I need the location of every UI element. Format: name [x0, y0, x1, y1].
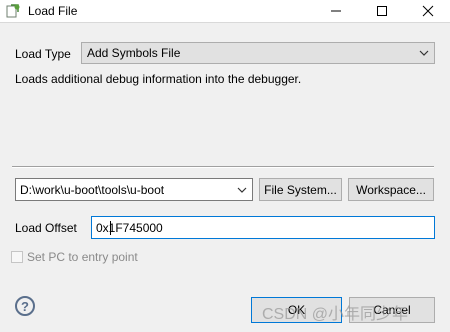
load-offset-label: Load Offset	[15, 221, 77, 235]
maximize-button[interactable]	[362, 0, 402, 22]
close-button[interactable]	[408, 0, 448, 22]
close-icon	[422, 5, 434, 17]
load-type-label: Load Type	[15, 47, 71, 61]
separator	[12, 166, 434, 168]
maximize-icon	[377, 6, 387, 16]
set-pc-checkbox[interactable]	[11, 251, 23, 263]
file-path-combo[interactable]: D:\work\u-boot\tools\u-boot	[15, 178, 253, 201]
load-offset-input[interactable]: 0x1F745000	[91, 216, 435, 239]
watermark: CSDN @小年同少年	[262, 306, 409, 323]
chevron-down-icon	[237, 187, 247, 193]
title-bar: Load File	[0, 0, 450, 23]
window-title: Load File	[28, 4, 78, 18]
load-type-dropdown[interactable]: Add Symbols File	[81, 42, 435, 64]
chevron-down-icon	[419, 50, 429, 56]
minimize-icon	[331, 10, 341, 12]
file-path-value: D:\work\u-boot\tools\u-boot	[20, 183, 165, 197]
file-system-button[interactable]: File System...	[259, 178, 342, 201]
load-offset-value: 0x1F745000	[96, 221, 163, 235]
help-icon: ?	[21, 298, 29, 314]
app-icon	[6, 4, 20, 18]
load-type-description: Loads additional debug information into …	[15, 72, 302, 86]
help-button[interactable]: ?	[15, 296, 35, 316]
text-caret	[110, 221, 111, 235]
workspace-button[interactable]: Workspace...	[348, 178, 434, 201]
set-pc-label: Set PC to entry point	[27, 250, 138, 264]
load-type-value: Add Symbols File	[87, 46, 181, 60]
minimize-button[interactable]	[316, 0, 356, 22]
